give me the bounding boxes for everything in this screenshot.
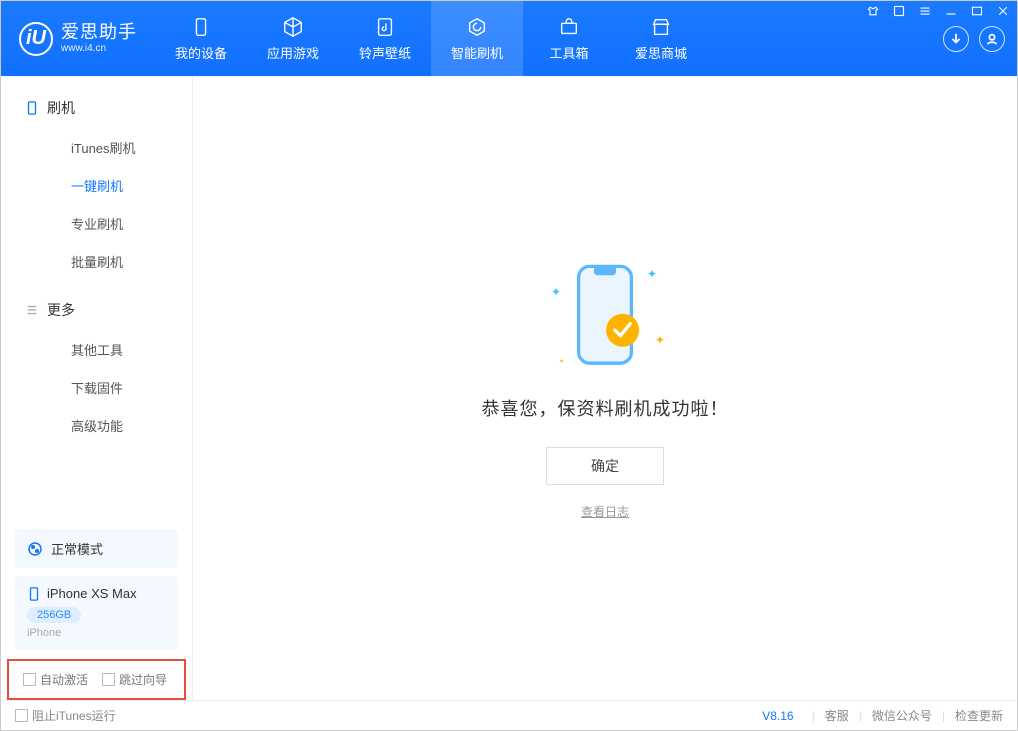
nav-tab-flash[interactable]: 智能刷机 — [431, 1, 523, 76]
maximize-icon[interactable] — [970, 4, 984, 18]
sidebar-item-pro[interactable]: 专业刷机 — [25, 204, 192, 242]
minimize-icon[interactable] — [944, 4, 958, 18]
success-illustration: ✦✦✦✦ — [545, 257, 665, 377]
checkbox-skip-guide[interactable]: 跳过向导 — [102, 671, 167, 688]
nav-label: 我的设备 — [175, 43, 227, 62]
logo-icon: iU — [19, 22, 53, 56]
sidebar-section-label: 更多 — [47, 300, 75, 320]
checkbox-auto-activate[interactable]: 自动激活 — [23, 671, 88, 688]
window-controls — [866, 4, 1010, 18]
phone-icon — [25, 101, 39, 115]
square-icon[interactable] — [892, 4, 906, 18]
music-icon — [373, 15, 397, 39]
nav-tab-ringtone[interactable]: 铃声壁纸 — [339, 1, 431, 76]
list-icon — [25, 303, 39, 317]
nav-tab-store[interactable]: 爱思商城 — [615, 1, 707, 76]
nav-tab-apps[interactable]: 应用游戏 — [247, 1, 339, 76]
success-message: 恭喜您，保资料刷机成功啦！ — [482, 395, 729, 421]
app-header: iU 爱思助手 www.i4.cn 我的设备 应用游戏 铃声壁纸 智能刷机 工具… — [1, 1, 1017, 76]
device-mode[interactable]: 正常模式 — [15, 529, 178, 568]
cube-icon — [281, 15, 305, 39]
sidebar: 刷机 iTunes刷机 一键刷机 专业刷机 批量刷机 更多 其他工具 下载固件 … — [1, 76, 193, 700]
nav-tab-device[interactable]: 我的设备 — [155, 1, 247, 76]
main-content: ✦✦✦✦ 恭喜您，保资料刷机成功啦！ 确定 查看日志 — [193, 76, 1017, 700]
link-update[interactable]: 检查更新 — [955, 707, 1003, 724]
download-icon[interactable] — [943, 26, 969, 52]
sidebar-item-oneclick[interactable]: 一键刷机 — [25, 166, 192, 204]
link-wechat[interactable]: 微信公众号 — [872, 707, 932, 724]
nav-tabs: 我的设备 应用游戏 铃声壁纸 智能刷机 工具箱 爱思商城 — [155, 1, 707, 76]
nav-label: 工具箱 — [549, 43, 588, 62]
link-service[interactable]: 客服 — [825, 707, 849, 724]
nav-label: 应用游戏 — [267, 43, 319, 62]
shirt-icon[interactable] — [866, 4, 880, 18]
checkbox-block-itunes[interactable]: 阻止iTunes运行 — [15, 707, 116, 724]
sidebar-item-advanced[interactable]: 高级功能 — [25, 406, 192, 444]
nav-label: 爱思商城 — [635, 43, 687, 62]
menu-icon[interactable] — [918, 4, 932, 18]
view-log-link[interactable]: 查看日志 — [581, 503, 629, 520]
app-logo: iU 爱思助手 www.i4.cn — [1, 1, 155, 76]
nav-label: 铃声壁纸 — [359, 43, 411, 62]
device-icon — [189, 15, 213, 39]
sidebar-section-more: 更多 — [25, 290, 192, 330]
device-info[interactable]: iPhone XS Max 256GB iPhone — [15, 576, 178, 649]
device-name-label: iPhone XS Max — [47, 586, 137, 601]
nav-tab-toolbox[interactable]: 工具箱 — [523, 1, 615, 76]
nav-label: 智能刷机 — [451, 43, 503, 62]
close-icon[interactable] — [996, 4, 1010, 18]
mode-icon — [27, 541, 43, 557]
flash-options: 自动激活 跳过向导 — [7, 659, 186, 700]
toolbox-icon — [557, 15, 581, 39]
sidebar-item-firmware[interactable]: 下载固件 — [25, 368, 192, 406]
status-bar: 阻止iTunes运行 V8.16 | 客服 | 微信公众号 | 检查更新 — [1, 700, 1017, 730]
sidebar-item-othertools[interactable]: 其他工具 — [25, 330, 192, 368]
sidebar-item-itunes[interactable]: iTunes刷机 — [25, 128, 192, 166]
sidebar-section-flash: 刷机 — [25, 88, 192, 128]
sidebar-section-label: 刷机 — [47, 98, 75, 118]
ok-button[interactable]: 确定 — [546, 447, 664, 485]
device-capacity: 256GB — [27, 607, 81, 623]
app-title: 爱思助手 — [61, 23, 137, 43]
store-icon — [649, 15, 673, 39]
version-label: V8.16 — [762, 709, 793, 723]
mode-label: 正常模式 — [51, 539, 103, 558]
user-icon[interactable] — [979, 26, 1005, 52]
phone-icon — [27, 587, 41, 601]
sidebar-item-batch[interactable]: 批量刷机 — [25, 242, 192, 280]
sync-icon — [465, 15, 489, 39]
app-subtitle: www.i4.cn — [61, 43, 137, 54]
device-type: iPhone — [27, 627, 166, 639]
